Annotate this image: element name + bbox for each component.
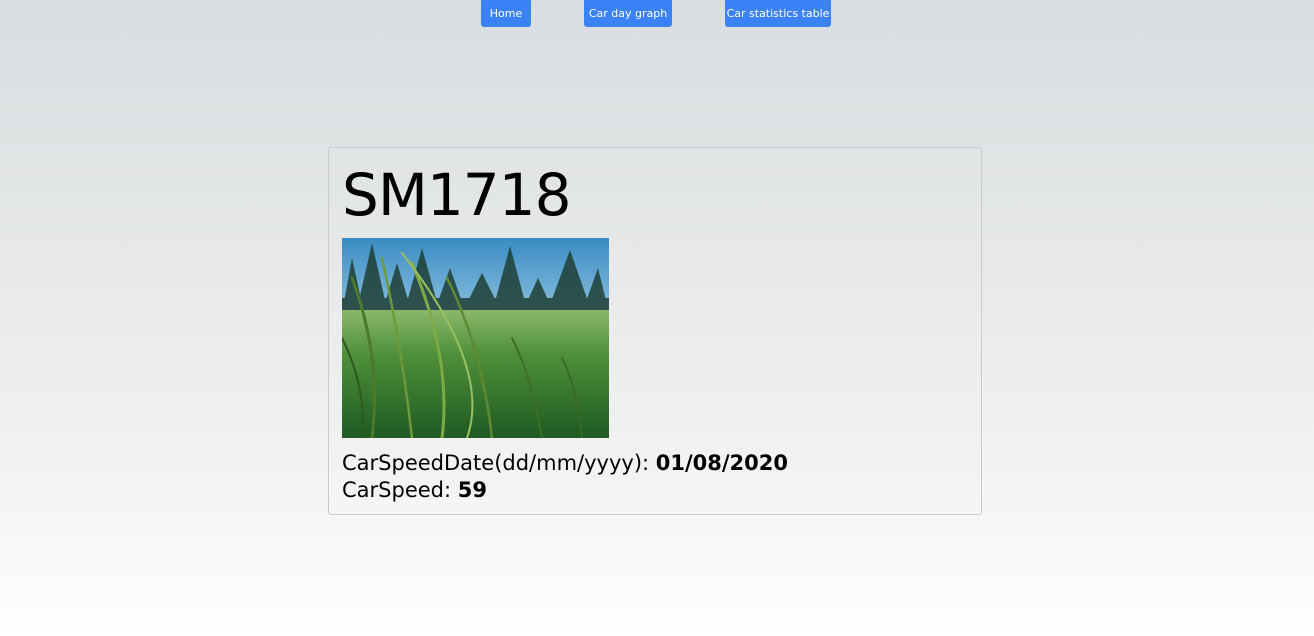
car-card: SM1718 CarSpeedDate(dd/mm/yyyy): 01/08/2… [328, 147, 982, 515]
home-button[interactable]: Home [481, 0, 531, 27]
car-statistics-table-button[interactable]: Car statistics table [725, 0, 831, 27]
car-id-title: SM1718 [342, 161, 571, 229]
car-speed-date-row: CarSpeedDate(dd/mm/yyyy): 01/08/2020 [342, 450, 788, 477]
car-image [342, 238, 609, 438]
car-speed-row: CarSpeed: 59 [342, 477, 788, 504]
car-speed-date-label: CarSpeedDate(dd/mm/yyyy): [342, 451, 656, 475]
car-speed-date-value: 01/08/2020 [655, 451, 788, 475]
car-day-graph-button[interactable]: Car day graph [584, 0, 672, 27]
car-speed-value: 59 [457, 478, 487, 502]
car-speed-info: CarSpeedDate(dd/mm/yyyy): 01/08/2020 Car… [342, 450, 788, 504]
car-speed-label: CarSpeed: [342, 478, 458, 502]
